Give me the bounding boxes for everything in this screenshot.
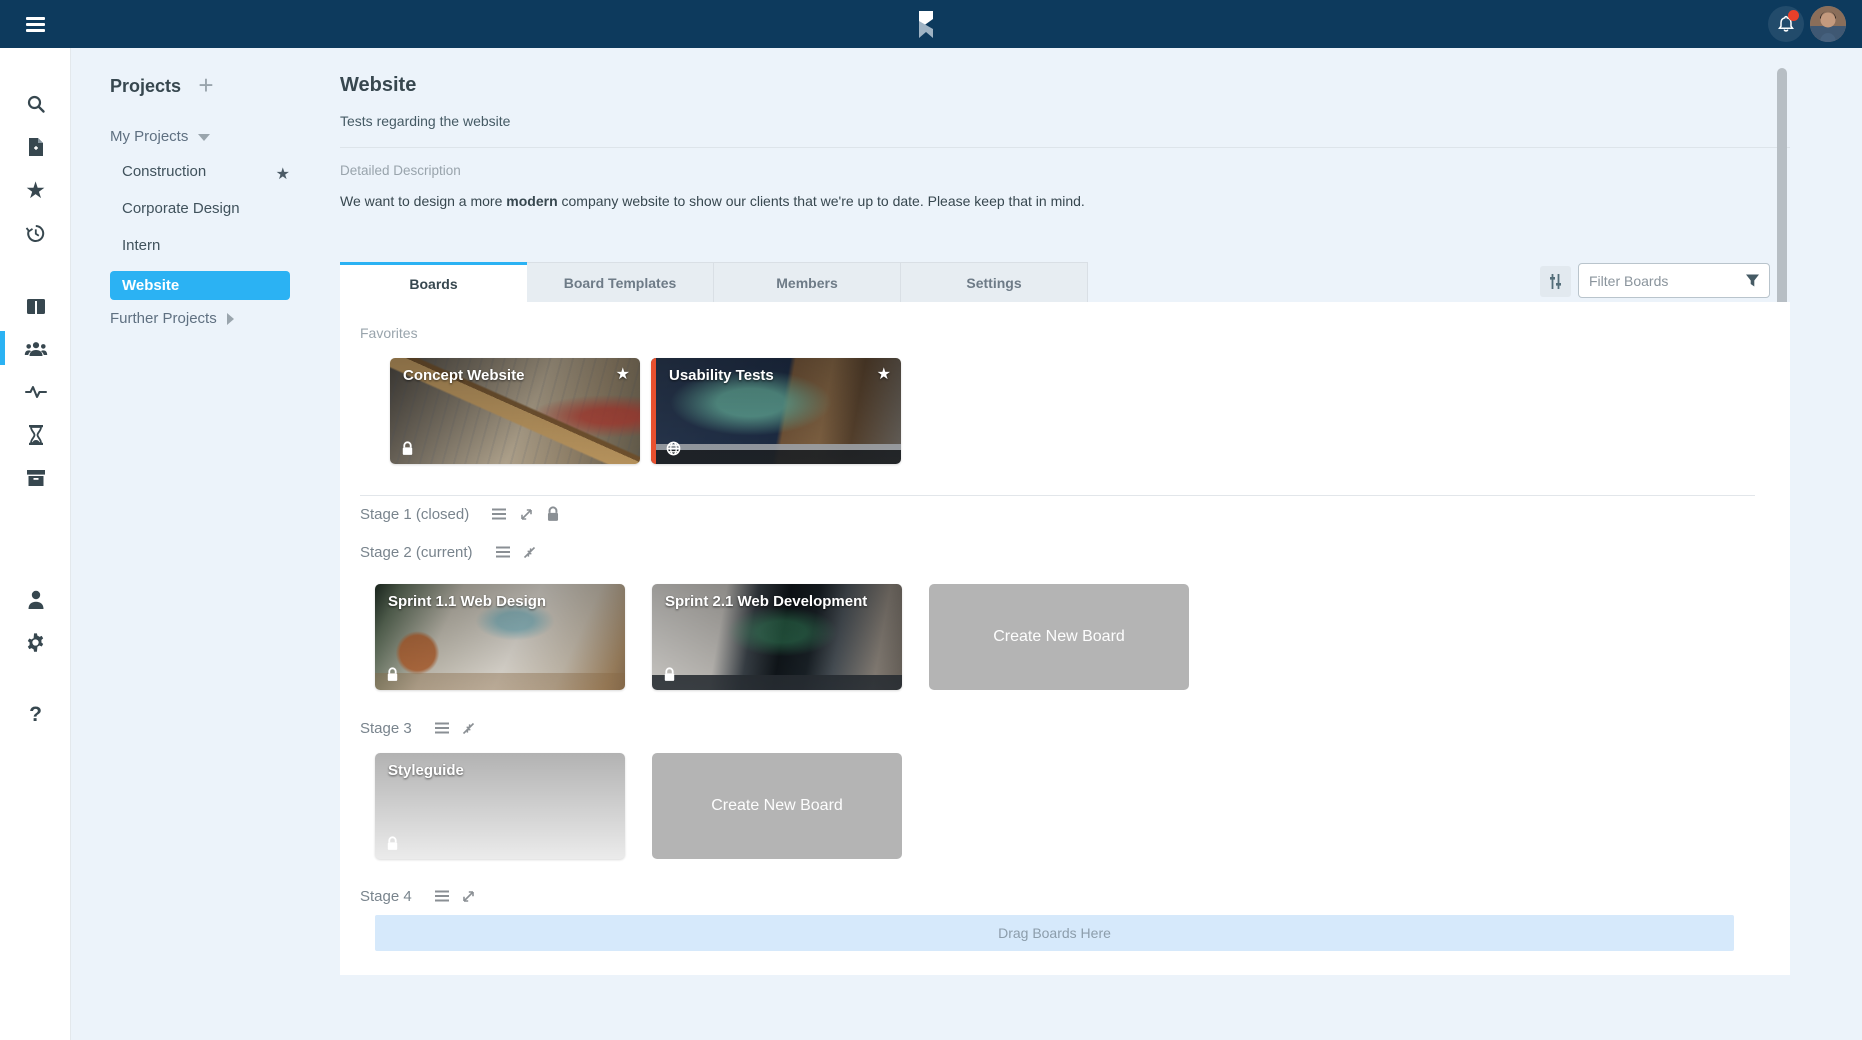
stage-collapse-icon[interactable] — [521, 543, 539, 561]
my-projects-toggle[interactable]: My Projects — [110, 128, 210, 145]
tab-members[interactable]: Members — [714, 262, 901, 303]
section-divider — [360, 495, 1755, 496]
stage-2-header: Stage 2 (current) — [360, 543, 539, 561]
stage-1-header: Stage 1 (closed) — [360, 505, 562, 523]
notifications-button[interactable] — [1768, 6, 1804, 42]
new-document-icon[interactable] — [0, 129, 71, 165]
activity-icon[interactable] — [0, 374, 71, 410]
stage-label: Stage 4 — [360, 888, 412, 905]
lock-icon — [386, 836, 399, 851]
history-icon[interactable] — [0, 215, 71, 251]
filter-boards-field — [1578, 263, 1770, 298]
lock-icon — [401, 441, 414, 456]
stage-menu-icon[interactable] — [433, 719, 451, 737]
stage-collapse-icon[interactable] — [460, 719, 478, 737]
star-icon[interactable]: ★ — [0, 172, 71, 208]
favorites-label: Favorites — [360, 325, 418, 341]
tune-icon — [1547, 273, 1564, 290]
lock-icon — [386, 667, 399, 682]
stage-expand-icon[interactable] — [517, 505, 535, 523]
description-text: We want to design a more modern company … — [340, 193, 1085, 209]
board-card-sprint-2-1[interactable]: Sprint 2.1 Web Development — [652, 584, 902, 690]
settings-gear-icon[interactable] — [0, 624, 71, 660]
project-star-icon[interactable]: ★ — [276, 162, 290, 188]
drag-boards-dropzone[interactable]: Drag Boards Here — [375, 915, 1734, 951]
stage-menu-icon[interactable] — [490, 505, 508, 523]
boards-content-panel: Favorites Concept Website ★ Usability Te… — [340, 302, 1790, 975]
project-item-intern[interactable]: Intern — [122, 233, 290, 259]
stage-4-header: Stage 4 — [360, 887, 478, 905]
board-title: Concept Website — [403, 367, 524, 384]
stage-label: Stage 1 (closed) — [360, 506, 469, 523]
header-divider — [340, 147, 1790, 148]
add-project-button[interactable]: + — [192, 72, 220, 100]
tab-settings[interactable]: Settings — [901, 262, 1088, 303]
user-avatar[interactable] — [1810, 6, 1846, 42]
chevron-right-icon — [227, 313, 234, 325]
create-new-board-button[interactable]: Create New Board — [652, 753, 902, 859]
board-card-sprint-1-1[interactable]: Sprint 1.1 Web Design — [375, 584, 625, 690]
board-title: Styleguide — [388, 762, 464, 779]
further-projects-toggle[interactable]: Further Projects — [110, 310, 234, 327]
menu-icon[interactable] — [26, 14, 48, 34]
favorite-star-icon[interactable]: ★ — [877, 364, 891, 384]
description-label: Detailed Description — [340, 163, 461, 178]
globe-icon — [666, 441, 681, 456]
profile-icon[interactable] — [0, 581, 71, 617]
stage-expand-icon[interactable] — [460, 887, 478, 905]
filter-funnel-icon — [1745, 273, 1760, 288]
page-title: Website — [340, 74, 416, 97]
archive-icon[interactable] — [0, 460, 71, 496]
stage-label: Stage 3 — [360, 720, 412, 737]
time-tracking-icon[interactable] — [0, 417, 71, 453]
tab-board-templates[interactable]: Board Templates — [527, 262, 714, 303]
board-card-styleguide[interactable]: Styleguide — [375, 753, 625, 859]
chevron-down-icon — [198, 134, 210, 141]
search-icon[interactable] — [0, 86, 71, 122]
team-icon[interactable] — [0, 331, 71, 367]
board-card-concept-website[interactable]: Concept Website ★ — [390, 358, 640, 464]
create-new-board-button[interactable]: Create New Board — [929, 584, 1189, 690]
page-subtitle: Tests regarding the website — [340, 113, 510, 129]
project-item-website-active[interactable]: Website — [110, 271, 290, 300]
tab-boards[interactable]: Boards — [340, 262, 527, 303]
stage-label: Stage 2 (current) — [360, 544, 473, 561]
board-title: Usability Tests — [669, 367, 774, 384]
stage-lock-icon[interactable] — [544, 505, 562, 523]
board-title: Sprint 1.1 Web Design — [388, 593, 546, 610]
help-icon[interactable]: ? — [0, 697, 71, 733]
topbar — [0, 0, 1862, 48]
project-item-construction[interactable]: Construction ★ — [122, 159, 290, 185]
board-card-usability-tests[interactable]: Usability Tests ★ — [651, 358, 901, 464]
projects-panel-title: Projects — [110, 76, 181, 97]
icon-rail: ★ ? — [0, 48, 71, 1040]
notification-badge — [1788, 10, 1799, 21]
filter-boards-input[interactable] — [1589, 264, 1734, 297]
boards-icon[interactable] — [0, 288, 71, 324]
stage-menu-icon[interactable] — [494, 543, 512, 561]
board-title: Sprint 2.1 Web Development — [665, 593, 867, 610]
stage-menu-icon[interactable] — [433, 887, 451, 905]
lock-icon — [663, 667, 676, 682]
stage-3-header: Stage 3 — [360, 719, 478, 737]
tab-bar: Boards Board Templates Members Settings — [340, 262, 1088, 303]
project-item-corporate-design[interactable]: Corporate Design — [122, 196, 290, 222]
view-options-button[interactable] — [1540, 266, 1571, 297]
app-logo-icon — [908, 7, 944, 43]
favorite-star-icon[interactable]: ★ — [616, 364, 630, 384]
